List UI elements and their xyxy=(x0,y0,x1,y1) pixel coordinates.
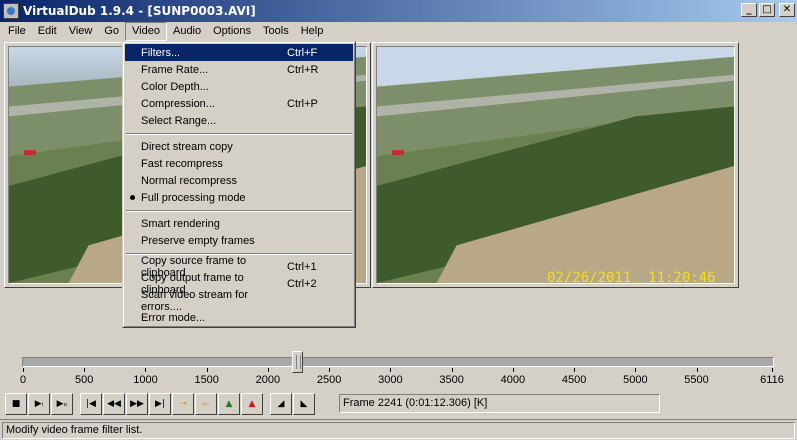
timeline-tick xyxy=(329,368,331,372)
timeline-tick xyxy=(696,368,698,372)
timeline-tick xyxy=(145,368,147,372)
timeline-tick xyxy=(390,368,392,372)
menu-item-select-range[interactable]: Select Range... xyxy=(125,112,353,129)
menu-item-full-processing-mode[interactable]: Full processing mode xyxy=(125,189,353,206)
timeline-tick-label: 3000 xyxy=(378,374,403,386)
status-bar: Modify video frame filter list. xyxy=(0,419,797,440)
menu-item-fast-recompress[interactable]: Fast recompress xyxy=(125,155,353,172)
stop-icon: ■ xyxy=(11,399,21,409)
menu-options[interactable]: Options xyxy=(207,22,257,41)
menu-help[interactable]: Help xyxy=(295,22,330,41)
timeline-tick xyxy=(206,368,208,372)
menu-audio[interactable]: Audio xyxy=(167,22,207,41)
maximize-button[interactable]: □ xyxy=(759,3,775,17)
menu-item-preserve-empty-frames[interactable]: Preserve empty frames xyxy=(125,232,353,249)
mark-in-icon: ◢ xyxy=(277,399,285,409)
go-end-icon: ▶| xyxy=(155,399,165,409)
mark-in-button[interactable]: ◢ xyxy=(270,393,292,415)
step-forward-icon: ▶▶ xyxy=(130,399,144,409)
output-frame-image xyxy=(377,47,734,283)
step-back-button[interactable]: ◀◀ xyxy=(103,393,125,415)
prev-scene-icon: ▲ xyxy=(225,399,233,409)
play-output-icon: ▶ₒ xyxy=(56,399,68,409)
menu-item-normal-recompress[interactable]: Normal recompress xyxy=(125,172,353,189)
timeline-tick-label: 6116 xyxy=(760,374,784,386)
menu-go[interactable]: Go xyxy=(98,22,125,41)
playback-toolbar: ■ ▶ᵢ ▶ₒ |◀ ◀◀ ▶▶ ▶| ⊸ ⟜ ▲ ▲ ◢ ◣ xyxy=(5,393,316,415)
next-keyframe-button[interactable]: ⟜ xyxy=(195,393,217,415)
menu-video[interactable]: Video xyxy=(125,22,167,41)
prev-keyframe-icon: ⊸ xyxy=(179,399,187,409)
timeline-tick-label: 5500 xyxy=(684,374,709,386)
timeline-tick-label: 2500 xyxy=(316,374,342,386)
play-output-button[interactable]: ▶ₒ xyxy=(51,393,73,415)
menu-item-scan-video-stream[interactable]: Scan video stream for errors.... xyxy=(125,289,353,313)
menu-separator xyxy=(125,206,353,215)
timeline-tick-label: 2000 xyxy=(255,374,281,386)
title-bar: VirtualDub 1.9.4 - [SUNP0003.AVI] _ □ ✕ xyxy=(0,0,797,22)
output-timestamp-overlay: 02/26/2011 11:20:46 xyxy=(547,270,716,284)
go-end-button[interactable]: ▶| xyxy=(149,393,171,415)
menu-file[interactable]: File xyxy=(2,22,32,41)
menu-tools[interactable]: Tools xyxy=(257,22,295,41)
next-scene-icon: ▲ xyxy=(248,399,256,409)
output-video-pane[interactable]: 02/26/2011 11:20:46 xyxy=(372,42,739,288)
timeline-tick xyxy=(772,368,773,372)
timeline-tick-label: 5000 xyxy=(623,374,648,386)
timeline-tick xyxy=(84,368,86,372)
timeline-tick xyxy=(574,368,576,372)
menu-item-smart-rendering[interactable]: Smart rendering xyxy=(125,215,353,232)
timeline-track[interactable] xyxy=(22,357,774,367)
play-input-button[interactable]: ▶ᵢ xyxy=(28,393,50,415)
menu-item-filters[interactable]: Filters... Ctrl+F xyxy=(125,44,353,61)
timeline-thumb[interactable] xyxy=(292,351,304,373)
timeline-tick-label: 1500 xyxy=(194,374,219,386)
next-keyframe-icon: ⟜ xyxy=(202,399,210,409)
menu-item-color-depth[interactable]: Color Depth... xyxy=(125,78,353,95)
timeline-tick-label: 4500 xyxy=(561,374,587,386)
radio-bullet-icon xyxy=(130,195,135,200)
frame-position-field[interactable]: Frame 2241 (0:01:12.306) [K] xyxy=(339,394,660,413)
timeline-tick-label: 3500 xyxy=(439,374,464,386)
mark-out-button[interactable]: ◣ xyxy=(293,393,315,415)
stop-button[interactable]: ■ xyxy=(5,393,27,415)
menu-separator xyxy=(125,129,353,138)
menu-item-compression[interactable]: Compression... Ctrl+P xyxy=(125,95,353,112)
menu-bar: File Edit View Go Video Audio Options To… xyxy=(0,22,797,41)
status-text: Modify video frame filter list. xyxy=(2,422,795,439)
timeline-tick-label: 500 xyxy=(75,374,94,386)
timeline-tick xyxy=(23,368,24,372)
minimize-button[interactable]: _ xyxy=(741,3,757,17)
prev-scene-button[interactable]: ▲ xyxy=(218,393,240,415)
timeline-tick xyxy=(635,368,637,372)
app-icon[interactable] xyxy=(3,3,19,19)
menu-item-error-mode[interactable]: Error mode... xyxy=(125,309,353,326)
timeline-tick xyxy=(451,368,453,372)
step-back-icon: ◀◀ xyxy=(107,399,121,409)
next-scene-button[interactable]: ▲ xyxy=(241,393,263,415)
timeline-tick-label: 1000 xyxy=(133,374,158,386)
menu-view[interactable]: View xyxy=(63,22,99,41)
timeline-tick xyxy=(512,368,514,372)
timeline-tick-label: 4000 xyxy=(500,374,526,386)
menu-edit[interactable]: Edit xyxy=(32,22,63,41)
video-menu-dropdown: Filters... Ctrl+F Frame Rate... Ctrl+R Col… xyxy=(122,41,356,328)
prev-keyframe-button[interactable]: ⊸ xyxy=(172,393,194,415)
menu-item-direct-stream-copy[interactable]: Direct stream copy xyxy=(125,138,353,155)
go-start-button[interactable]: |◀ xyxy=(80,393,102,415)
close-button[interactable]: ✕ xyxy=(779,3,795,17)
window-title: VirtualDub 1.9.4 - [SUNP0003.AVI] xyxy=(23,4,256,18)
mark-out-icon: ◣ xyxy=(300,399,308,409)
timeline-tick-label: 0 xyxy=(19,374,27,386)
step-forward-button[interactable]: ▶▶ xyxy=(126,393,148,415)
menu-item-frame-rate[interactable]: Frame Rate... Ctrl+R xyxy=(125,61,353,78)
timeline-tick xyxy=(267,368,269,372)
go-start-icon: |◀ xyxy=(86,399,96,409)
play-input-icon: ▶ᵢ xyxy=(34,399,44,409)
